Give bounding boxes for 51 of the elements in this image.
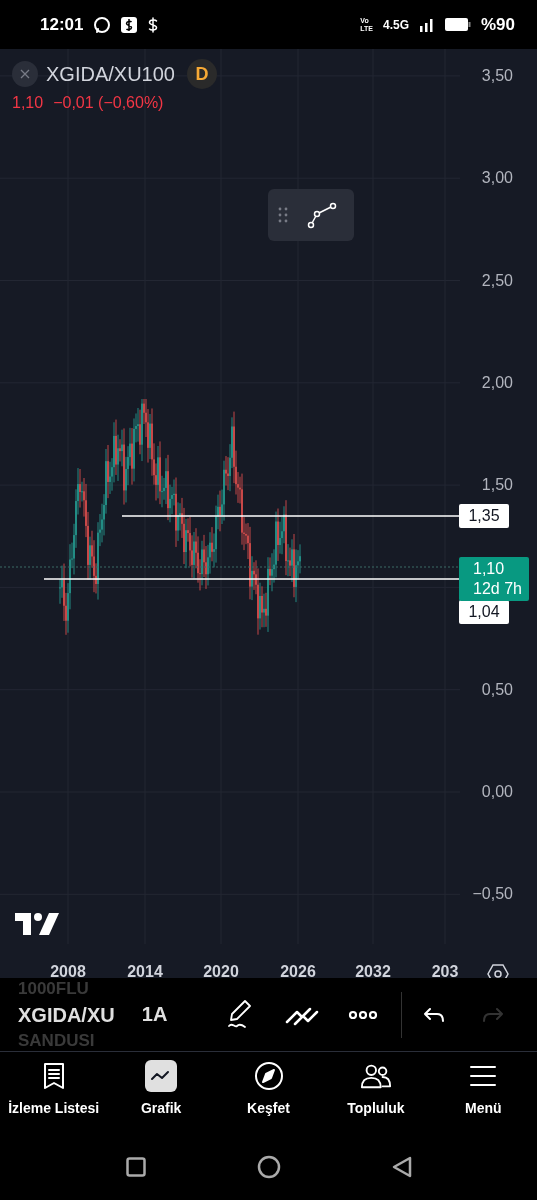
logo-icon [15, 913, 59, 936]
signal-icon [418, 17, 435, 32]
nav-tab[interactable]: Keşfet [214, 1052, 323, 1134]
back-icon[interactable] [391, 1155, 412, 1178]
network-label: 4.5G [382, 17, 409, 32]
price-axis-label: 0,00 [481, 783, 513, 802]
nav-tab[interactable]: Grafik [107, 1052, 215, 1134]
price-axis-label: 2,00 [481, 373, 513, 392]
undo-icon [422, 1007, 445, 1023]
line-price-label: 1,04 [459, 600, 509, 625]
clock: 12:01 [40, 14, 84, 35]
price-change: −0,01 (−0,60%) [53, 94, 164, 113]
horizontal-line[interactable] [122, 514, 459, 517]
last-price: 1,10 [12, 94, 44, 113]
settings-icon[interactable] [487, 964, 509, 979]
price-axis-label: 2,50 [481, 271, 513, 290]
time-axis-label: 2026 [280, 963, 316, 979]
time-axis-label: 2020 [203, 963, 239, 979]
nav-tab[interactable]: Topluluk [322, 1052, 430, 1134]
compass-icon [253, 1061, 284, 1092]
price-axis-label: 0,50 [481, 680, 513, 699]
time-axis-label: 203 [431, 963, 459, 979]
battery-icon [444, 18, 471, 32]
time-axis-label: 2014 [127, 963, 163, 979]
path-tool-icon[interactable] [306, 200, 338, 231]
line-price-label: 1,35 [459, 504, 509, 529]
recents-icon[interactable] [125, 1156, 146, 1177]
time-axis-label: 2032 [355, 963, 391, 979]
price-axis-label: 3,00 [481, 169, 513, 188]
price-axis-label: 3,50 [481, 67, 513, 86]
interval-badge: D [186, 59, 217, 90]
price-axis-label: −0,50 [472, 885, 513, 904]
dollar-icon [147, 15, 160, 34]
price-axis-label: 1,50 [481, 476, 513, 495]
last-price-label: 1,10 12d 7h [459, 557, 529, 602]
drag-handle-icon[interactable] [278, 206, 288, 225]
redo-icon [482, 1007, 505, 1023]
home-icon[interactable] [256, 1154, 281, 1179]
time-axis-label: 2008 [50, 963, 86, 979]
horizontal-line[interactable] [44, 578, 459, 581]
nav-tab[interactable]: Menü [429, 1052, 537, 1134]
dollar-icon [121, 16, 138, 33]
interval-picker[interactable]: 1A [141, 1003, 168, 1027]
menu-icon [469, 1064, 498, 1089]
battery-label: %90 [480, 14, 515, 35]
more-icon [348, 1010, 379, 1020]
chat-icon [93, 15, 112, 34]
users-icon [359, 1062, 392, 1091]
nav-tab[interactable]: İzleme Listesi [0, 1052, 108, 1134]
symbol-picker[interactable]: XGIDA/XU [18, 998, 116, 1032]
symbol-name[interactable]: XGIDA/XU100 [46, 62, 175, 86]
